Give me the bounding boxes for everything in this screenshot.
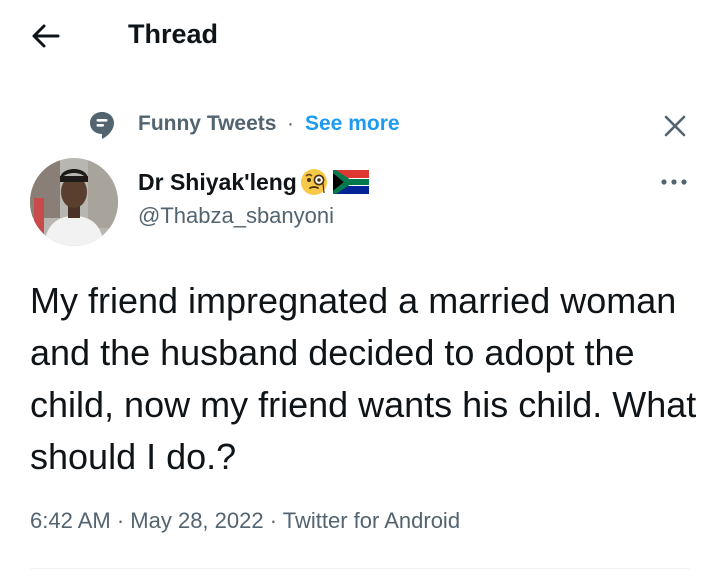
- close-icon: [664, 115, 686, 137]
- author-avatar[interactable]: [30, 158, 118, 246]
- author-display-name: Dr Shiyak'leng: [138, 169, 297, 195]
- tweet-meta: 6:42 AM · May 28, 2022 · Twitter for And…: [30, 506, 460, 536]
- topic-name-link[interactable]: Funny Tweets: [138, 111, 276, 137]
- close-button[interactable]: [660, 111, 690, 141]
- divider: [30, 568, 690, 569]
- tweet-time[interactable]: 6:42 AM: [30, 508, 111, 533]
- see-more-link[interactable]: See more: [305, 111, 400, 137]
- face-with-monocle-icon: [300, 169, 327, 195]
- more-horizontal-icon: [661, 179, 687, 185]
- meta-separator: ·: [110, 508, 131, 533]
- topic-bubble-icon: [90, 112, 114, 139]
- south-africa-flag-icon: [332, 170, 369, 194]
- topic-separator: ·: [287, 112, 294, 135]
- arrow-left-icon: [32, 24, 60, 48]
- tweet-source[interactable]: Twitter for Android: [283, 508, 460, 533]
- topic-context: Funny Tweets · See more: [0, 106, 720, 142]
- more-options-button[interactable]: [656, 168, 692, 196]
- avatar-image: [30, 158, 118, 246]
- tweet-text: My friend impregnated a married woman an…: [30, 280, 697, 477]
- author-name-row[interactable]: Dr Shiyak'leng: [138, 166, 369, 198]
- page-title: Thread: [128, 19, 219, 49]
- meta-separator: ·: [263, 508, 283, 533]
- back-button[interactable]: [26, 16, 66, 56]
- tweet-date[interactable]: May 28, 2022: [130, 508, 263, 533]
- thread-header: Thread: [0, 0, 720, 70]
- author-handle[interactable]: @Thabza_sbanyoni: [138, 202, 334, 230]
